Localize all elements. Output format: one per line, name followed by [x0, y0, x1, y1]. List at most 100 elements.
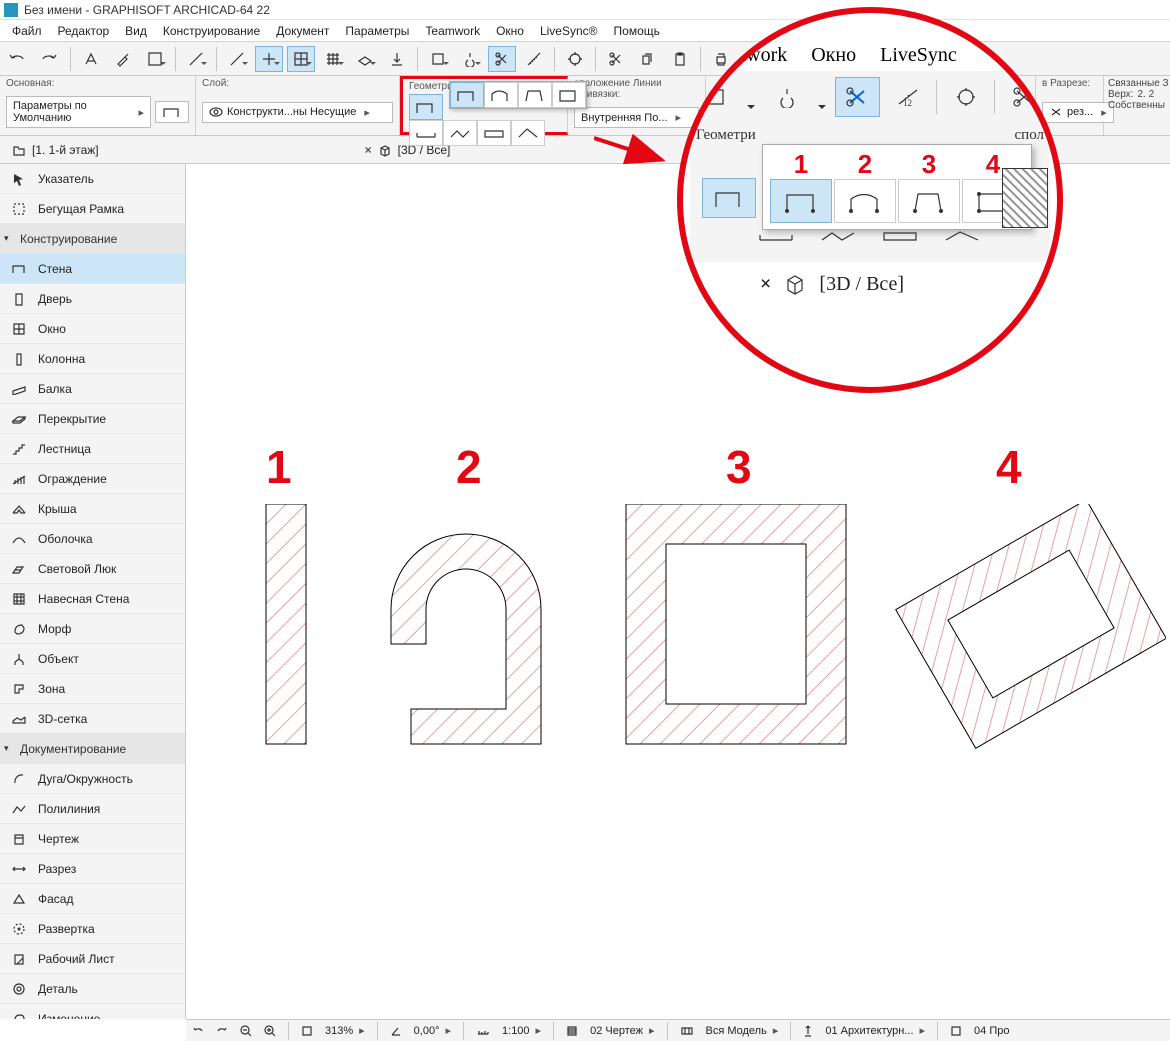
tool-window[interactable]: Окно	[0, 314, 185, 344]
nav-fwd-button[interactable]	[210, 1025, 234, 1037]
tool-polyline[interactable]: Полилиния	[0, 794, 185, 824]
grid-button[interactable]	[319, 46, 347, 72]
find-button[interactable]	[141, 46, 169, 72]
tool-arc[interactable]: Дуга/Окружность	[0, 764, 185, 794]
column-icon	[10, 350, 28, 368]
menu-view[interactable]: Вид	[117, 22, 155, 40]
drawing-icon[interactable]	[560, 1025, 584, 1037]
paste-button[interactable]	[666, 46, 694, 72]
menu-teamwork[interactable]: Teamwork	[417, 22, 488, 40]
element-button[interactable]	[424, 46, 452, 72]
toolbox-document-header[interactable]: Документирование	[0, 734, 185, 764]
model-icon[interactable]	[674, 1026, 700, 1036]
snap-grid-button[interactable]	[287, 46, 315, 72]
menu-help[interactable]: Помощь	[606, 22, 668, 40]
geom-trapezoid-button[interactable]	[518, 82, 552, 108]
tool-section[interactable]: Разрез	[0, 854, 185, 884]
tool-interior-elev[interactable]: Развертка	[0, 914, 185, 944]
angle-value[interactable]: 0,00°	[408, 1024, 457, 1037]
menu-file[interactable]: Файл	[4, 22, 50, 40]
section-selector[interactable]: рез...	[1042, 102, 1114, 123]
snap-point-button[interactable]	[223, 46, 251, 72]
zoom-in-button[interactable]	[258, 1025, 282, 1037]
default-settings-button[interactable]: Параметры по Умолчанию	[6, 96, 151, 128]
ruler-button[interactable]	[182, 46, 210, 72]
tool-drawing[interactable]: Чертеж	[0, 824, 185, 854]
zoom-value[interactable]: 313%	[319, 1024, 371, 1037]
tool-curtain-wall[interactable]: Навесная Стена	[0, 584, 185, 614]
pick-button[interactable]	[77, 46, 105, 72]
tool-object[interactable]: Объект	[0, 644, 185, 674]
scale-value[interactable]: 1:100	[496, 1024, 547, 1037]
tool-skylight[interactable]: Световой Люк	[0, 554, 185, 584]
zoom-out-button[interactable]	[234, 1025, 258, 1037]
tab-floorplan[interactable]: [1. 1-й этаж]	[6, 141, 105, 159]
tool-column[interactable]: Колонна	[0, 344, 185, 374]
tool-wall[interactable]: Стена	[0, 254, 185, 284]
menu-options[interactable]: Параметры	[337, 22, 417, 40]
menu-window[interactable]: Окно	[488, 22, 532, 40]
geom-sub-4[interactable]	[511, 120, 545, 146]
toolbox-design-header[interactable]: Конструирование	[0, 224, 185, 254]
cut-button[interactable]	[602, 46, 630, 72]
menu-edit[interactable]: Редактор	[50, 22, 118, 40]
drawing-value[interactable]: 02 Чертеж	[584, 1024, 660, 1037]
renovation-value[interactable]: 01 Архитектурн...	[819, 1024, 931, 1037]
menu-design[interactable]: Конструирование	[155, 22, 268, 40]
geom-sub-1[interactable]	[409, 120, 443, 146]
plane-button[interactable]	[351, 46, 379, 72]
other-icon[interactable]	[944, 1025, 968, 1037]
geom-method-selected[interactable]	[409, 94, 443, 120]
suspend-button[interactable]	[456, 46, 484, 72]
geom-sub-2[interactable]	[443, 120, 477, 146]
tool-elevation[interactable]: Фасад	[0, 884, 185, 914]
tool-shell[interactable]: Оболочка	[0, 524, 185, 554]
marquee-icon	[10, 200, 28, 218]
measure-button[interactable]	[520, 46, 548, 72]
layer-selector[interactable]: Конструкти...ны Несущие	[202, 102, 393, 123]
redo-button[interactable]	[36, 46, 64, 72]
snap-guides-button[interactable]	[255, 46, 283, 72]
geom-straight-button[interactable]	[450, 82, 484, 108]
tool-door[interactable]: Дверь	[0, 284, 185, 314]
tool-beam[interactable]: Балка	[0, 374, 185, 404]
scale-icon[interactable]	[470, 1026, 496, 1036]
nav-back-button[interactable]	[186, 1025, 210, 1037]
wall-preview-icon[interactable]	[155, 101, 189, 123]
geom-curved-button[interactable]	[484, 82, 518, 108]
tool-change[interactable]: Изменение	[0, 1004, 185, 1019]
tool-railing[interactable]: Ограждение	[0, 464, 185, 494]
elevation-icon	[10, 890, 28, 908]
tool-roof[interactable]: Крыша	[0, 494, 185, 524]
menu-livesync[interactable]: LiveSync®	[532, 22, 606, 40]
tool-worksheet[interactable]: Рабочий Лист	[0, 944, 185, 974]
copy-button[interactable]	[634, 46, 662, 72]
tool-slab[interactable]: Перекрытие	[0, 404, 185, 434]
menu-document[interactable]: Документ	[268, 22, 337, 40]
refline-selector[interactable]: Внутренняя По...	[574, 107, 699, 128]
tool-detail[interactable]: Деталь	[0, 974, 185, 1004]
tool-pointer[interactable]: Указатель	[0, 164, 185, 194]
other-value[interactable]: 04 Про	[968, 1025, 1015, 1037]
geom-sub-3[interactable]	[477, 120, 511, 146]
target-button[interactable]	[561, 46, 589, 72]
eyedropper-button[interactable]	[109, 46, 137, 72]
model-value[interactable]: Вся Модель	[700, 1024, 785, 1037]
tool-morph[interactable]: Морф	[0, 614, 185, 644]
plot-button[interactable]	[739, 46, 767, 72]
close-icon[interactable]: ×	[365, 143, 372, 157]
tool-zone[interactable]: Зона	[0, 674, 185, 704]
tool-mesh[interactable]: 3D-сетка	[0, 704, 185, 734]
renovation-icon[interactable]	[797, 1025, 819, 1037]
fit-button[interactable]	[295, 1025, 319, 1037]
trim-button[interactable]	[488, 46, 516, 72]
tool-marquee[interactable]: Бегущая Рамка	[0, 194, 185, 224]
tool-stair[interactable]: Лестница	[0, 434, 185, 464]
geom-polygon-button[interactable]	[552, 82, 586, 108]
detail-icon	[10, 980, 28, 998]
gravity-button[interactable]	[383, 46, 411, 72]
undo-button[interactable]	[4, 46, 32, 72]
angle-icon[interactable]	[384, 1025, 408, 1037]
drawing-canvas[interactable]: 1 2 3 4	[186, 164, 1170, 1019]
print-button[interactable]	[707, 46, 735, 72]
